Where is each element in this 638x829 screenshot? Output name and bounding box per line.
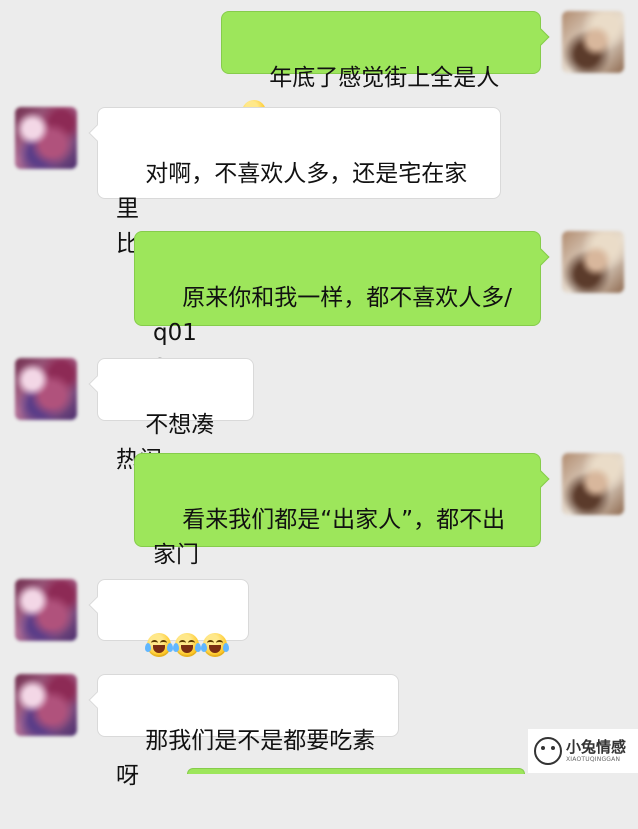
contact-avatar[interactable] [562,11,624,73]
message-bubble-incoming[interactable]: 对啊，不喜欢人多，还是宅在家里 比较舒服 [97,107,501,257]
rabbit-logo-icon [534,737,562,765]
watermark-subtitle: XIAOTUQINGGAN [566,755,621,763]
message-bubble-incoming[interactable]: 不想凑热闹 [97,358,254,473]
message-bubble-outgoing[interactable]: 年底了感觉街上全是人 [221,11,541,124]
chat-thread: 年底了感觉街上全是人 对啊，不喜欢人多，还是宅在家里 比较舒服 原来你和我一样，… [0,0,638,789]
message-text: 那我们是不是都要吃素呀 [116,728,376,789]
message-bubble-outgoing-partial [187,768,525,774]
laughing-crying-face-icon [201,633,230,657]
contact-avatar[interactable] [15,674,77,736]
watermark-title: 小兔情感 [566,737,627,756]
contact-avatar[interactable] [15,579,77,641]
message-text: 年底了感觉街上全是人 [269,65,500,91]
message-bubble-incoming[interactable]: 那我们是不是都要吃素呀 [97,674,399,789]
laughing-crying-face-icon [145,633,174,657]
site-watermark: 小兔情感 XIAOTUQINGGAN [528,729,638,773]
message-bubble-outgoing[interactable]: 原来你和我一样，都不喜欢人多/q01 3 [134,231,541,381]
message-text: 看来我们都是“出家人”，都不出 家门 [153,507,506,568]
contact-avatar[interactable] [15,358,77,420]
laughing-crying-face-icon [173,633,202,657]
contact-avatar[interactable] [15,107,77,169]
message-bubble-outgoing[interactable]: 看来我们都是“出家人”，都不出 家门 [134,453,541,568]
message-bubble-incoming[interactable] [97,579,249,657]
contact-avatar[interactable] [562,453,624,515]
contact-avatar[interactable] [562,231,624,293]
